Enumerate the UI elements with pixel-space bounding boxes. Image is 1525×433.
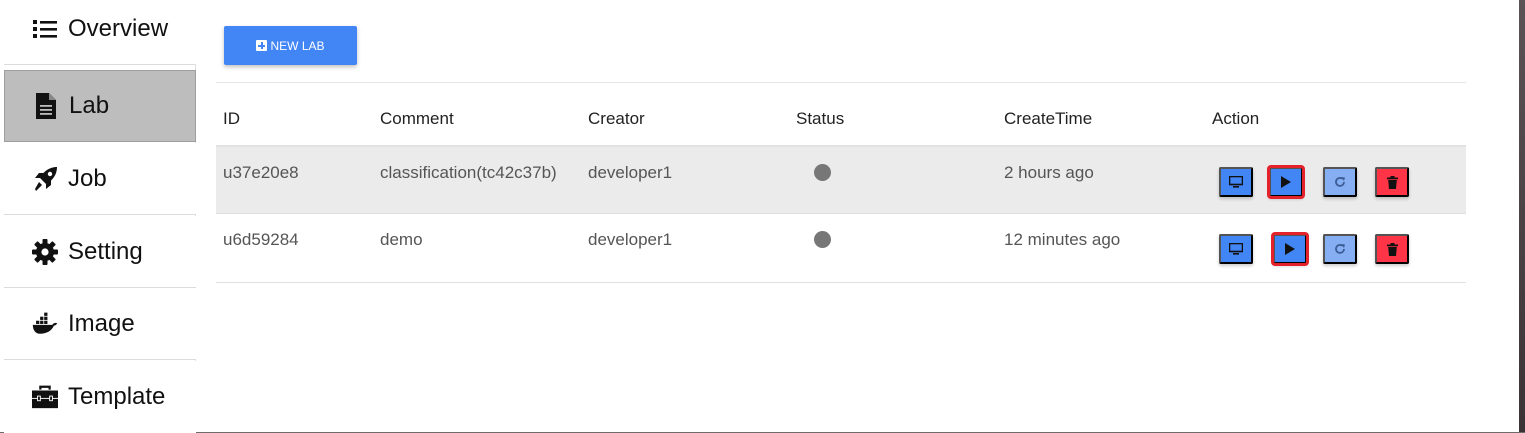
table-row: u37e20e8 classification(tc42c37b) develo… [216, 145, 1466, 214]
trash-icon [1386, 175, 1398, 189]
plus-square-icon [256, 40, 268, 51]
sidebar-item-label: Job [68, 164, 107, 192]
play-icon [1285, 243, 1295, 255]
open-desktop-button[interactable] [1219, 167, 1253, 197]
sidebar-item-job[interactable]: Job [4, 143, 196, 215]
start-lab-button[interactable] [1271, 232, 1309, 266]
sidebar-item-label: Template [68, 383, 166, 410]
document-icon [33, 93, 59, 119]
column-header-creator: Creator [588, 109, 645, 128]
column-header-createtime: CreateTime [1004, 109, 1093, 128]
trash-icon [1386, 242, 1398, 256]
column-header-action: Action [1212, 109, 1260, 128]
background-edge-right [1519, 0, 1525, 432]
sidebar-item-label: Image [68, 309, 135, 337]
cell-id: u6d59284 [223, 230, 299, 249]
status-indicator [814, 231, 831, 248]
lab-table: ID Comment Creator Status CreateTime Act… [216, 83, 1466, 283]
new-lab-button[interactable]: NEW LAB [224, 26, 357, 65]
cell-id: u37e20e8 [223, 163, 299, 182]
column-header-id: ID [223, 109, 240, 128]
table-row: u6d59284 demo developer1 12 minutes ago [216, 214, 1466, 283]
sidebar-item-label: Lab [69, 92, 110, 119]
toolbox-icon [32, 384, 58, 410]
sidebar-item-image[interactable]: Image [4, 288, 196, 360]
cell-create-time: 2 hours ago [1004, 163, 1094, 182]
sidebar-item-lab[interactable]: Lab [4, 70, 196, 142]
cell-create-time: 12 minutes ago [1004, 230, 1121, 249]
table-header: ID Comment Creator Status CreateTime Act… [216, 83, 1466, 145]
sidebar-item-overview[interactable]: Overview [4, 0, 196, 65]
cell-creator: developer1 [588, 230, 673, 249]
sidebar-item-label: Overview [68, 14, 169, 42]
restart-lab-button[interactable] [1323, 167, 1357, 197]
sidebar-item-label: Setting [68, 237, 143, 265]
monitor-icon [1229, 243, 1243, 255]
sidebar: Overview Lab Job Setting Image Template [0, 0, 196, 433]
cell-creator: developer1 [588, 163, 673, 182]
cell-comment: demo [380, 230, 423, 249]
monitor-icon [1229, 176, 1243, 188]
column-header-status: Status [796, 109, 845, 128]
open-desktop-button[interactable] [1219, 234, 1253, 264]
main-content: NEW LAB ID Comment Creator Status Create… [196, 0, 1519, 432]
app-window: Overview Lab Job Setting Image Template … [0, 0, 1519, 433]
docker-whale-icon [32, 311, 58, 337]
restart-icon [1335, 244, 1345, 254]
status-indicator [814, 164, 831, 181]
rocket-icon [32, 166, 58, 192]
new-lab-label: NEW LAB [270, 38, 325, 53]
delete-lab-button[interactable] [1375, 234, 1409, 264]
restart-lab-button[interactable] [1323, 234, 1357, 264]
list-icon [32, 16, 58, 42]
cell-comment: classification(tc42c37b) [380, 163, 557, 182]
restart-icon [1335, 177, 1345, 187]
sidebar-item-template[interactable]: Template [4, 361, 196, 433]
gear-icon [32, 238, 58, 265]
start-lab-button[interactable] [1267, 165, 1305, 199]
column-header-comment: Comment [380, 109, 454, 128]
sidebar-item-setting[interactable]: Setting [4, 216, 196, 288]
delete-lab-button[interactable] [1375, 167, 1409, 197]
play-icon [1281, 176, 1291, 188]
